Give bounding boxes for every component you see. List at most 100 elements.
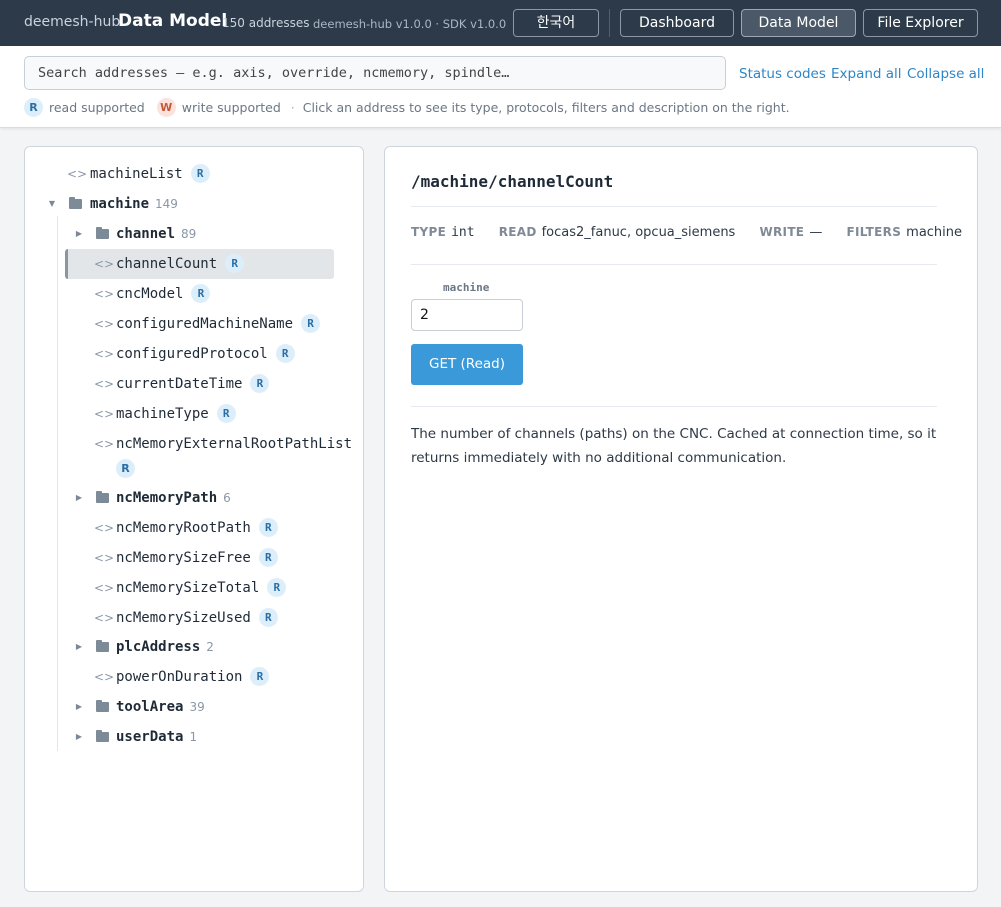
code-icon: <> [94, 670, 115, 684]
tree-item-label: ncMemorySizeUsed [116, 610, 251, 626]
address-detail-panel: /machine/channelCount TYPE int READ focas2… [384, 146, 978, 892]
address-path: /machine/channelCount [411, 172, 614, 191]
address-meta: TYPE int READ focas2_fanuc, opcua_siemens … [411, 225, 982, 240]
address-tree-panel: <> machineList R ▼ machine 149 ▶ channel 89… [24, 146, 364, 892]
divider [411, 406, 937, 407]
read-badge: R [258, 547, 278, 567]
tree-item-configuredProtocol[interactable]: <> configuredProtocol R [25, 341, 355, 371]
read-badge: R [301, 313, 321, 333]
nav-file-explorer-button[interactable]: File Explorer [863, 9, 978, 37]
write-legend-text: write supported [181, 100, 281, 115]
tree-item-machineList[interactable]: <> machineList R [25, 161, 355, 191]
read-badge: R [250, 373, 270, 393]
caret-down-icon[interactable]: ▼ [47, 191, 57, 217]
read-badge: R [24, 98, 43, 117]
tree-folder-label: plcAddress [116, 639, 201, 655]
read-badge: R [116, 459, 135, 478]
tree-item-label: configuredMachineName [116, 316, 294, 332]
code-icon: <> [94, 581, 115, 595]
caret-right-icon[interactable]: ▶ [74, 485, 84, 511]
tree-folder-userData[interactable]: ▶ userData 1 [25, 724, 355, 754]
tree-item-ncMemorySizeFree[interactable]: <> ncMemorySizeFree R [25, 545, 355, 575]
divider [411, 264, 937, 265]
read-key: READ [498, 225, 537, 239]
folder-count: 149 [155, 197, 178, 211]
folder-count: 2 [206, 640, 214, 654]
expand-all-link[interactable]: Expand all [831, 66, 902, 82]
divider [411, 206, 937, 207]
folder-icon [96, 491, 109, 503]
folder-icon [96, 640, 109, 652]
tree-item-configuredMachineName[interactable]: <> configuredMachineName R [25, 311, 355, 341]
top-bar: deemesh-hub Data Model 150 addresses dee… [0, 0, 1001, 46]
caret-right-icon[interactable]: ▶ [74, 221, 84, 247]
tree-folder-plcAddress[interactable]: ▶ plcAddress 2 [25, 634, 355, 664]
tree-item-currentDateTime[interactable]: <> currentDateTime R [25, 371, 355, 401]
page-title: Data Model [118, 11, 228, 31]
type-value: int [451, 225, 475, 240]
code-icon: <> [94, 611, 115, 625]
tree-item-label: channelCount [116, 256, 218, 272]
nav-dashboard-button[interactable]: Dashboard [620, 9, 734, 37]
read-badge: R [250, 666, 270, 686]
tree-folder-label: toolArea [116, 699, 184, 715]
tree-item-label: ncMemorySizeTotal [116, 580, 260, 596]
tree-item-ncMemorySizeTotal[interactable]: <> ncMemorySizeTotal R [25, 575, 355, 605]
status-codes-link[interactable]: Status codes [739, 66, 826, 82]
folder-count: 6 [223, 491, 231, 505]
folder-count: 89 [181, 227, 197, 241]
tree-folder-channel[interactable]: ▶ channel 89 [25, 221, 355, 251]
brand-name: deemesh-hub [24, 14, 121, 30]
read-badge: R [225, 253, 245, 273]
header-divider [609, 9, 610, 37]
tree-item-label: ncMemoryExternalRootPathList [116, 436, 353, 452]
tree-item-cncModel[interactable]: <> cncModel R [25, 281, 355, 311]
legend: Rread supported Wwrite supported · Click … [24, 98, 796, 117]
caret-right-icon[interactable]: ▶ [74, 724, 84, 750]
read-badge: R [275, 343, 295, 363]
get-read-button[interactable]: GET (Read) [411, 344, 523, 385]
tree-folder-label: userData [116, 729, 184, 745]
folder-count: 1 [189, 730, 198, 744]
tree-item-ncMemoryRootPath[interactable]: <> ncMemoryRootPath R [25, 515, 355, 545]
code-icon: <> [94, 317, 115, 331]
code-icon: <> [94, 257, 115, 271]
caret-right-icon[interactable]: ▶ [74, 694, 84, 720]
tree-folder-machine[interactable]: ▼ machine 149 [25, 191, 355, 221]
tree-item-ncMemoryExternalRootPathList[interactable]: <> ncMemoryExternalRootPathList R [25, 431, 355, 485]
tree-item-machineType[interactable]: <> machineType R [25, 401, 355, 431]
collapse-all-link[interactable]: Collapse all [907, 66, 984, 82]
write-value: — [809, 225, 823, 240]
tree-item-ncMemorySizeUsed[interactable]: <> ncMemorySizeUsed R [25, 605, 355, 635]
tree-item-label: powerOnDuration [116, 669, 243, 685]
language-button[interactable]: 한국어 [513, 9, 599, 37]
code-icon: <> [67, 167, 88, 181]
tree-folder-label: channel [116, 226, 176, 242]
tree-item-powerOnDuration[interactable]: <> powerOnDuration R [25, 664, 355, 694]
tree-item-label: ncMemoryRootPath [116, 520, 251, 536]
read-value: focas2_fanuc, opcua_siemens [541, 225, 736, 240]
address-count: 150 addresses [222, 16, 310, 30]
code-icon: <> [94, 437, 115, 451]
tree-folder-ncMemoryPath[interactable]: ▶ ncMemoryPath 6 [25, 485, 355, 515]
address-description: The number of channels (paths) on the CN… [411, 426, 937, 466]
code-icon: <> [94, 377, 115, 391]
read-badge: R [267, 577, 287, 597]
code-icon: <> [94, 347, 115, 361]
read-badge: R [216, 403, 236, 423]
read-badge: R [258, 607, 278, 627]
tree-item-channelCount[interactable]: <> channelCount R [25, 251, 355, 281]
tree-folder-toolArea[interactable]: ▶ toolArea 39 [25, 694, 355, 724]
search-input[interactable]: Search addresses — e.g. axis, override, … [24, 56, 726, 90]
machine-param-input[interactable]: 2 [411, 299, 523, 331]
filters-key: FILTERS [846, 225, 902, 239]
nav-data-model-button[interactable]: Data Model [741, 9, 856, 37]
read-badge: R [258, 517, 278, 537]
folder-icon [96, 700, 109, 712]
toolbar: Search addresses — e.g. axis, override, … [0, 46, 1001, 128]
code-icon: <> [94, 287, 115, 301]
write-key: WRITE [759, 225, 805, 239]
code-icon: <> [94, 521, 115, 535]
caret-right-icon[interactable]: ▶ [74, 634, 84, 660]
read-legend-text: read supported [49, 100, 145, 115]
